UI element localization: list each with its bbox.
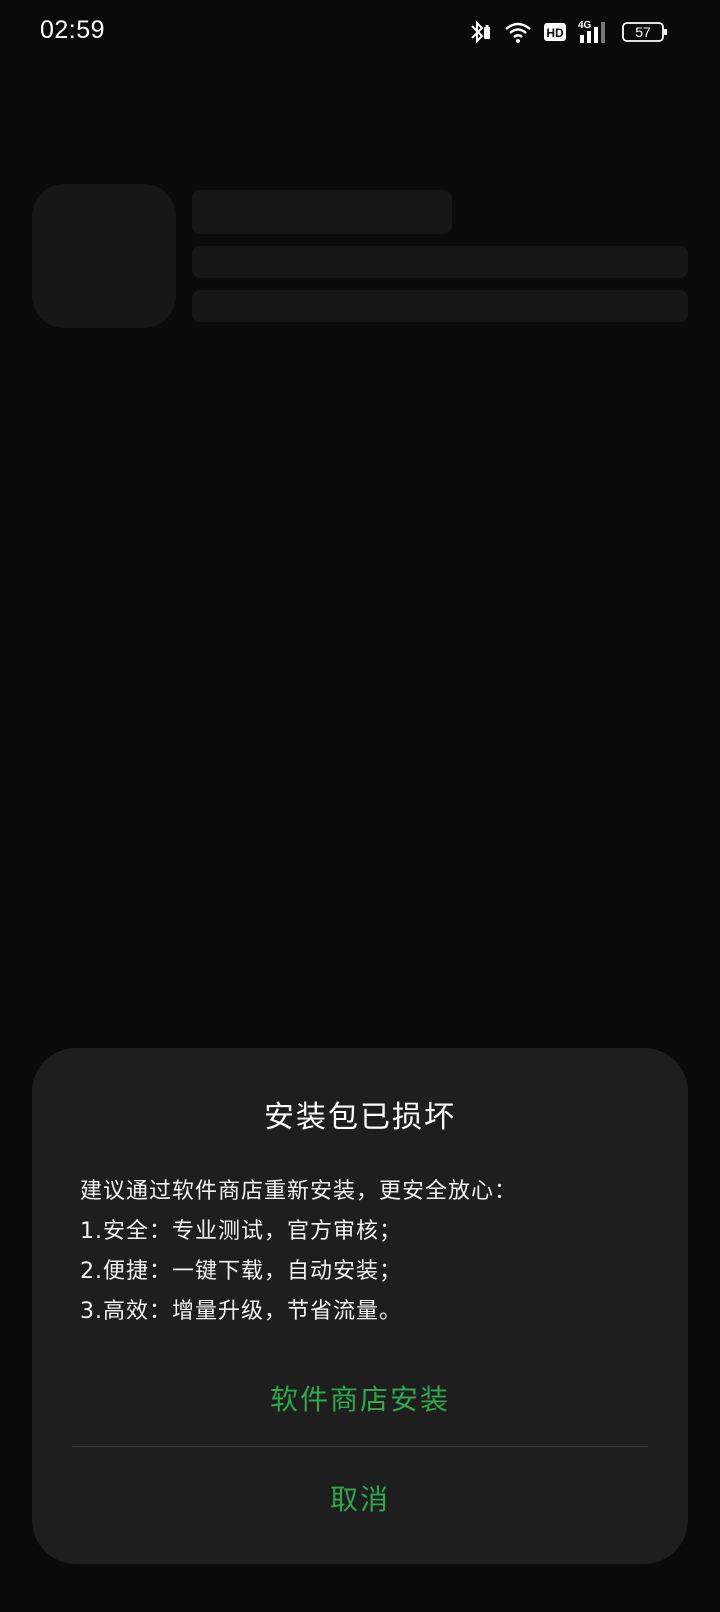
app-name-placeholder <box>192 190 452 234</box>
message-line: 2.便捷：一键下载，自动安装； <box>80 1259 402 1284</box>
message-line: 3.高效：增量升级，节省流量。 <box>80 1299 402 1324</box>
battery-level: 57 <box>635 24 651 40</box>
status-icons: HD 4G 57 <box>468 18 668 46</box>
app-info-placeholder <box>192 290 688 322</box>
signal-4g-icon: 4G <box>578 19 610 45</box>
hd-icon: HD <box>544 22 566 42</box>
message-line: 建议通过软件商店重新安装，更安全放心： <box>80 1179 518 1204</box>
message-line: 1.安全：专业测试，官方审核； <box>80 1219 402 1244</box>
app-info-placeholder <box>192 246 688 278</box>
network-label: 4G <box>578 20 592 31</box>
wifi-icon <box>504 20 532 44</box>
dialog-message: 建议通过软件商店重新安装，更安全放心： 1.安全：专业测试，官方审核； 2.便捷… <box>80 1172 660 1332</box>
dialog-title: 安装包已损坏 <box>264 1100 456 1135</box>
status-bar: 02:59 HD 4G 57 <box>0 0 720 66</box>
bluetooth-icon <box>468 19 492 45</box>
app-icon-placeholder <box>32 184 176 328</box>
battery-icon: 57 <box>622 20 668 44</box>
install-from-store-button[interactable]: 软件商店安装 <box>32 1372 688 1428</box>
cancel-button[interactable]: 取消 <box>32 1472 688 1528</box>
damaged-package-dialog: 安装包已损坏 建议通过软件商店重新安装，更安全放心： 1.安全：专业测试，官方审… <box>32 1048 688 1564</box>
hd-label: HD <box>546 26 564 40</box>
divider <box>72 1446 648 1447</box>
status-time: 02:59 <box>40 16 106 44</box>
